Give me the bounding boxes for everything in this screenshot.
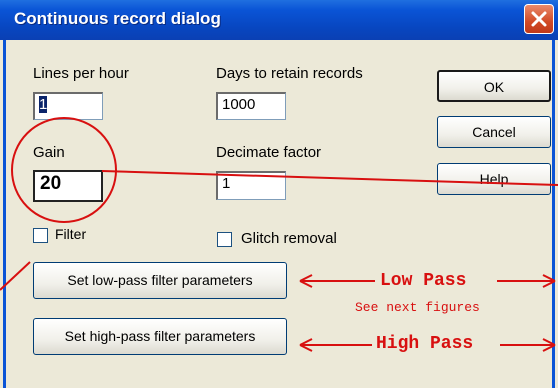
high-pass-annotation: High Pass [376,334,474,354]
low-pass-annotation: Low Pass [380,271,467,291]
gain-highlight-circle [11,117,117,223]
gain-pointer-line [101,170,558,186]
annotation-overlay [0,117,558,352]
side-pointer-line [0,261,31,291]
see-next-figures-annotation: See next figures [355,300,480,315]
